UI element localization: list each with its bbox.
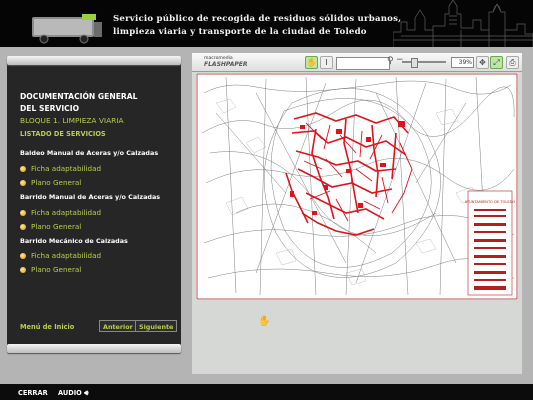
audio-toggle[interactable]: AUDIO 🔊︎ [58,389,89,398]
link-label: Ficha adaptabilidad [31,164,102,173]
bloque-heading: BLOQUE 1. LIMPIEZA VIARIA [20,116,124,125]
link-ficha-baldeo[interactable]: Ficha adaptabilidad [20,164,101,173]
app-title: Servicio público de recogida de residuos… [113,13,413,39]
siguiente-button[interactable]: Siguiente [135,320,178,332]
link-plano-barrido-mecanico[interactable]: Plano General [20,265,81,274]
hand-tool-icon[interactable]: ✋ [305,56,318,69]
doc-title: DOCUMENTACIÓN GENERAL DEL SERVICIO [20,91,137,115]
bullet-icon [20,224,26,230]
link-label: Ficha adaptabilidad [31,251,102,260]
bullet-icon [20,210,26,216]
cerrar-button[interactable]: CERRAR [18,389,48,397]
link-label: Plano General [31,178,82,187]
doc-title-line1: DOCUMENTACIÓN GENERAL [20,92,138,101]
audio-label: AUDIO [58,389,82,397]
link-label: Plano General [31,222,82,231]
text-select-icon[interactable]: I [320,56,333,69]
zoom-slider[interactable] [402,61,446,63]
bullet-icon [20,253,26,259]
garbage-truck-icon [32,14,102,44]
logo-bottom: FLASHPAPER [204,61,248,68]
link-plano-baldeo[interactable]: Plano General [20,178,81,187]
panel-bottom-bar [7,344,181,353]
doc-title-line2: DEL SERVICIO [20,104,80,113]
zoom-slider-handle[interactable] [411,58,418,68]
print-icon[interactable]: ⎙ [506,56,519,69]
link-label: Plano General [31,265,82,274]
bullet-icon [20,166,26,172]
map-page[interactable]: AYUNTAMIENTO DE TOLEDO [196,73,518,300]
app-title-line2: limpieza viaria y transporte de la ciuda… [113,27,367,37]
anterior-button[interactable]: Anterior [99,320,137,332]
panel-top-bar [7,56,181,65]
link-ficha-barrido-mecanico[interactable]: Ficha adaptabilidad [20,251,101,260]
app-title-line1: Servicio público de recogida de residuos… [113,14,402,24]
search-icon[interactable]: ⚲ [387,56,394,66]
legend-title: AYUNTAMIENTO DE TOLEDO [465,200,516,204]
listado-heading: LISTADO DE SERVICIOS [20,130,106,138]
section-title-barrido-manual: Barrido Manual de Aceras y/o Calzadas [20,193,161,201]
fit-width-icon[interactable]: ⤢ [490,56,503,69]
fit-page-icon[interactable]: ✥ [476,56,489,69]
speaker-icon: 🔊︎ [84,389,89,397]
link-ficha-barrido-manual[interactable]: Ficha adaptabilidad [20,208,101,217]
section-title-baldeo: Baldeo Manual de Aceras y/o Calzadas [20,149,159,157]
zoom-level[interactable]: 39% [451,57,474,68]
link-label: Ficha adaptabilidad [31,208,102,217]
search-input[interactable] [336,57,390,70]
section-title-barrido-mecanico: Barrido Mecánico de Calzadas [20,237,128,245]
toledo-skyline-illustration [393,0,533,47]
flashpaper-logo: macromedia FLASHPAPER [204,56,248,69]
bullet-icon [20,180,26,186]
link-plano-barrido-manual[interactable]: Plano General [20,222,81,231]
toledo-street-map: AYUNTAMIENTO DE TOLEDO [196,73,518,300]
hand-cursor-icon: ✋ [258,316,271,327]
menu-inicio-link[interactable]: Menú de Inicio [20,323,74,331]
bullet-icon [20,267,26,273]
map-legend: AYUNTAMIENTO DE TOLEDO [465,190,516,296]
app-header: Servicio público de recogida de residuos… [0,0,533,47]
zoom-out-icon[interactable]: − [396,55,404,65]
